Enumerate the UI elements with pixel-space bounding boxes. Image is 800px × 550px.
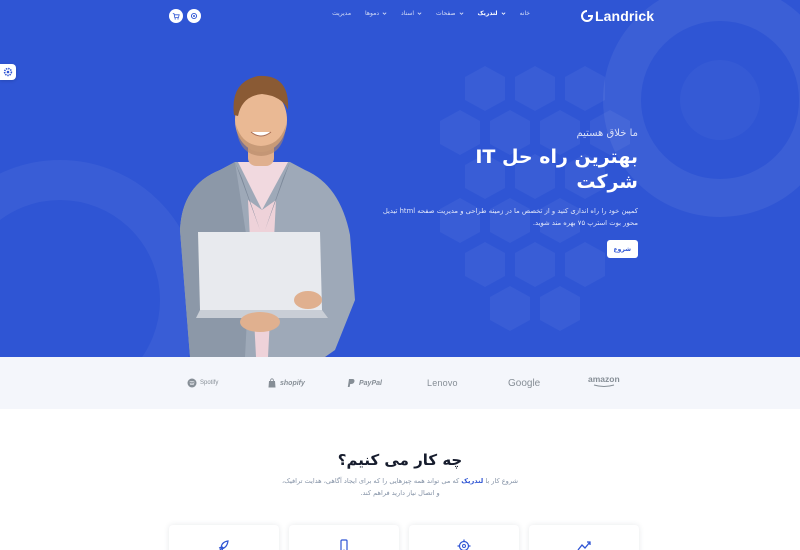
- hero-title: بهترین راه حل IT شرکت: [378, 145, 638, 195]
- services-title: چه کار می کنیم؟: [337, 451, 463, 469]
- chevron-down-icon: [459, 12, 463, 15]
- service-card-target[interactable]: [409, 525, 519, 550]
- hero-section: Landrick خانه لندریک صفحات اسناد دموها م…: [0, 0, 800, 357]
- nav-item-landrick[interactable]: لندریک: [478, 10, 506, 17]
- hero-kicker: ما خلاق هستیم: [576, 128, 638, 139]
- hero-title-line: شرکت: [576, 171, 638, 193]
- partner-logo-paypal: PayPal: [346, 377, 382, 389]
- partner-name: Spotify: [200, 380, 219, 386]
- style-switcher-toggle[interactable]: [0, 64, 16, 80]
- cart-button[interactable]: [169, 9, 183, 23]
- partner-logo-spotify: Spotify: [187, 377, 218, 389]
- hero-title-line: بهترین راه حل IT: [475, 146, 638, 168]
- chevron-down-icon: [501, 12, 506, 15]
- hero-person-image: [180, 75, 355, 357]
- partner-name: PayPal: [359, 379, 382, 387]
- amazon-smile-icon: [593, 384, 614, 387]
- gear-icon: [3, 67, 13, 77]
- spotify-icon: [187, 378, 197, 388]
- nav-item-label: دموها: [365, 10, 380, 17]
- nav-item-docs[interactable]: اسناد: [401, 10, 422, 17]
- service-card-growth[interactable]: [529, 525, 639, 550]
- nav-item-home[interactable]: خانه: [520, 10, 530, 17]
- services-description-post: که می تواند همه چیزهایی را که برای ایجاد…: [281, 477, 460, 497]
- partner-name: amazon: [588, 374, 620, 384]
- settings-button[interactable]: [187, 9, 201, 23]
- shopify-bag-icon: [268, 378, 276, 388]
- hero-content: ما خلاق هستیم بهترین راه حل IT شرکت کمپی…: [378, 128, 638, 258]
- nav-item-demos[interactable]: دموها: [365, 10, 387, 17]
- logo-mark-icon: [581, 10, 593, 22]
- hero-description: کمپین خود را راه اندازی کنید و از تخصص م…: [382, 207, 638, 227]
- brand-name: Landrick: [595, 8, 655, 24]
- trending-up-icon: [577, 541, 591, 550]
- brand-logo[interactable]: Landrick: [581, 8, 654, 24]
- partner-logo-google: Google: [508, 377, 540, 389]
- partners-strip: Spotify shopify PayPal Lenovo Google ama…: [0, 357, 800, 409]
- partner-logo-lenovo: Lenovo: [427, 377, 458, 389]
- chevron-down-icon: [382, 12, 387, 15]
- nav-item-pages[interactable]: صفحات: [436, 10, 463, 17]
- partner-name: Google: [508, 377, 541, 389]
- smartphone-icon: [340, 539, 348, 550]
- services-description: شروع کار با لندریک که می تواند همه چیزها…: [280, 476, 520, 499]
- partner-logo-shopify: shopify: [267, 377, 305, 389]
- top-navbar: Landrick خانه لندریک صفحات اسناد دموها م…: [0, 0, 800, 32]
- partner-name: shopify: [280, 379, 305, 387]
- nav-item-admin[interactable]: مدیریت: [332, 10, 351, 17]
- nav-item-label: مدیریت: [332, 10, 352, 17]
- nav-item-label: صفحات: [436, 10, 456, 17]
- nav-item-label: خانه: [519, 10, 530, 17]
- nav-menu: خانه لندریک صفحات اسناد دموها مدیریت: [332, 10, 530, 17]
- services-description-pre: شروع کار با: [485, 477, 518, 485]
- nav-item-label: اسناد: [401, 10, 415, 17]
- paypal-icon: [347, 379, 355, 387]
- crosshair-icon: [457, 539, 471, 550]
- shopping-cart-icon: [172, 13, 180, 20]
- get-started-button[interactable]: شروع: [606, 240, 638, 258]
- settings-icon: [190, 12, 198, 20]
- partner-logo-amazon: amazon: [588, 375, 620, 389]
- service-card-mobile[interactable]: [289, 525, 399, 550]
- service-card-rocket[interactable]: [169, 525, 279, 550]
- partner-name: Lenovo: [427, 378, 458, 388]
- nav-item-label: لندریک: [477, 10, 498, 17]
- rocket-icon: [218, 540, 229, 550]
- services-description-brand: لندریک: [461, 477, 484, 485]
- chevron-down-icon: [417, 12, 422, 15]
